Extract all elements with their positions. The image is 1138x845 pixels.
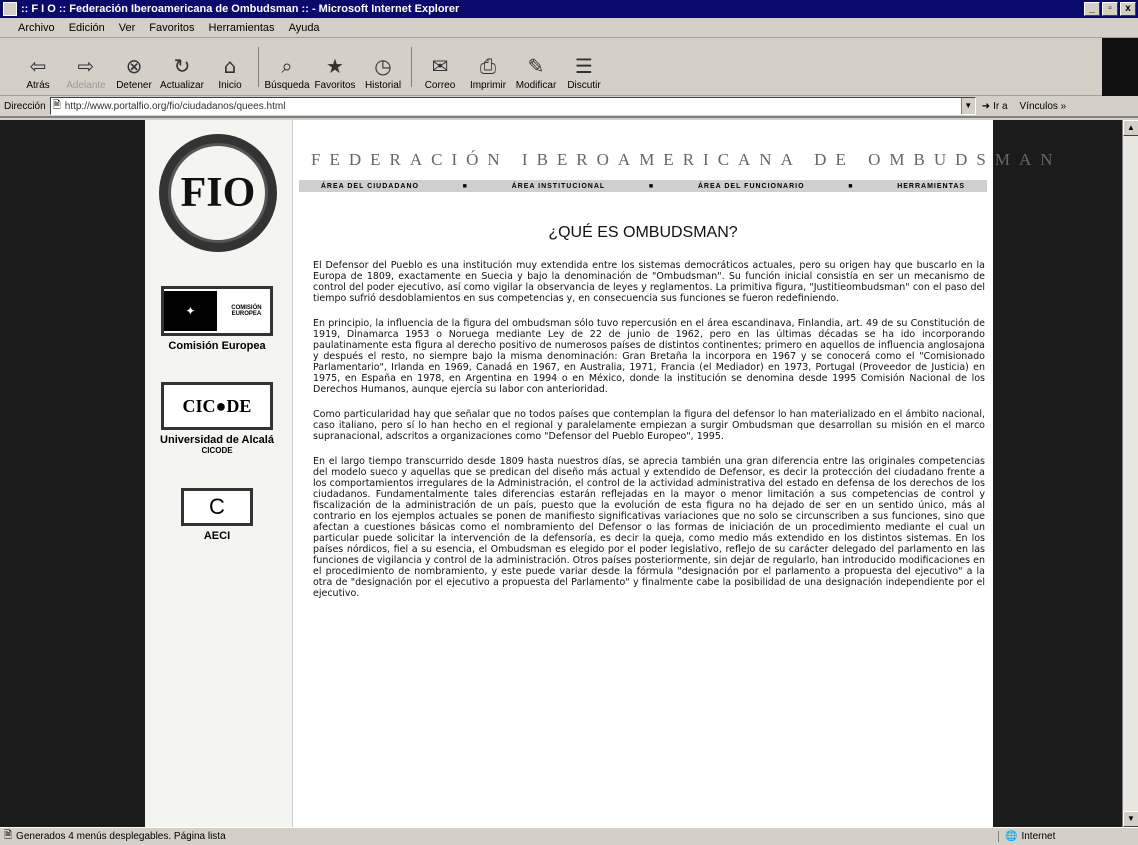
sponsor-subcaption: CICODE: [201, 446, 233, 455]
print-icon: ⎙: [480, 54, 496, 78]
minimize-button[interactable]: _: [1084, 2, 1100, 16]
content-viewport[interactable]: FIO ✦ COMISIÓN EUROPEA Comisión Europea …: [0, 120, 1122, 827]
nav-separator: ■: [848, 182, 854, 190]
home-icon: ⌂: [223, 54, 237, 78]
ie-throbber-logo: [1102, 38, 1138, 96]
toolbar-separator: [411, 47, 412, 87]
standard-toolbar: ⇦ Atrás ⇨ Adelante ⊗ Detener ↻ Actualizar ⌂ I…: [0, 38, 1138, 96]
sponsor-caption: Universidad de Alcalá: [160, 434, 274, 446]
nav-area-institucional[interactable]: ÁREA INSTITUCIONAL: [512, 183, 606, 190]
ie-app-icon[interactable]: [3, 2, 17, 16]
paragraph: El Defensor del Pueblo es una institució…: [313, 260, 985, 304]
sponsor-comision-europea[interactable]: ✦ COMISIÓN EUROPEA Comisión Europea: [153, 286, 281, 352]
cicode-logo: CIC●DE: [161, 382, 273, 430]
eu-logo: ✦ COMISIÓN EUROPEA: [161, 286, 273, 336]
nav-separator: ■: [648, 182, 655, 190]
seal-text: FIO: [180, 170, 256, 216]
address-bar: Dirección 🗎 http://www.portalfio.org/fio…: [0, 96, 1138, 118]
window-title: :: F I O :: Federación Iberoamericana de…: [21, 3, 460, 15]
aeci-logo: C: [181, 488, 253, 526]
refresh-button[interactable]: ↻ Actualizar: [158, 41, 206, 91]
nav-area-funcionario[interactable]: ÁREA DEL FUNCIONARIO: [698, 183, 805, 190]
scroll-down-icon[interactable]: ▼: [1123, 811, 1138, 827]
site-nav: ÁREA DEL CIUDADANO ■ ÁREA INSTITUCIONAL …: [299, 180, 987, 192]
site-header-title: FEDERACIÓN IBEROAMERICANA DE OMBUDSMAN: [311, 150, 1062, 169]
search-icon: ⌕: [281, 54, 293, 78]
sponsor-universidad-alcala[interactable]: CIC●DE Universidad de Alcalá CICODE: [153, 382, 281, 455]
address-input[interactable]: 🗎 http://www.portalfio.org/fio/ciudadano…: [49, 97, 976, 115]
go-button[interactable]: ➜ Ir a: [982, 101, 1008, 112]
stop-icon: ⊗: [125, 54, 143, 78]
paragraph: Como particularidad hay que señalar que …: [313, 409, 985, 442]
nav-separator: ■: [462, 182, 468, 190]
favorites-icon: ★: [326, 54, 344, 78]
edit-icon: ✎: [527, 54, 545, 78]
fio-seal-logo[interactable]: FIO: [159, 134, 277, 252]
address-url[interactable]: http://www.portalfio.org/fio/ciudadanos/…: [65, 101, 961, 112]
globe-icon: 🌐: [1005, 830, 1018, 842]
nav-herramientas[interactable]: HERRAMIENTAS: [897, 183, 965, 190]
discuss-icon: ☰: [575, 54, 593, 78]
paragraph: En principio, la influencia de la figura…: [313, 318, 985, 395]
menu-archivo[interactable]: Archivo: [18, 22, 55, 34]
favorites-button[interactable]: ★ Favoritos: [311, 41, 359, 91]
stop-button[interactable]: ⊗ Detener: [110, 41, 158, 91]
status-bar: 🗎 Generados 4 menús desplegables. Página…: [0, 827, 1138, 844]
history-button[interactable]: ◷ Historial: [359, 41, 407, 91]
article-body: El Defensor del Pueblo es una institució…: [313, 260, 985, 613]
menu-ayuda[interactable]: Ayuda: [289, 22, 320, 34]
window-titlebar[interactable]: :: F I O :: Federación Iberoamericana de…: [0, 0, 1138, 18]
paragraph: En el largo tiempo transcurrido desde 18…: [313, 456, 985, 599]
close-button[interactable]: x: [1120, 2, 1136, 16]
back-arrow-icon: ⇦: [29, 54, 47, 78]
eu-flag-icon: ✦: [164, 291, 217, 331]
menu-bar: Archivo Edición Ver Favoritos Herramient…: [0, 18, 1138, 38]
sponsor-caption: AECI: [203, 530, 231, 542]
forward-arrow-icon: ⇨: [77, 54, 95, 78]
home-button[interactable]: ⌂ Inicio: [206, 41, 254, 91]
sponsor-aeci[interactable]: C AECI: [153, 488, 281, 542]
page-status-icon: 🗎: [4, 829, 13, 841]
menu-edicion[interactable]: Edición: [69, 22, 105, 34]
maximize-button[interactable]: ▫: [1102, 2, 1118, 16]
forward-button[interactable]: ⇨ Adelante: [62, 41, 110, 91]
security-zone: 🌐 Internet: [998, 830, 1138, 842]
main-content: FEDERACIÓN IBEROAMERICANA DE OMBUDSMAN Á…: [299, 120, 1053, 827]
mail-button[interactable]: ✉ Correo: [416, 41, 464, 91]
nav-area-ciudadano[interactable]: ÁREA DEL CIUDADANO: [321, 183, 419, 190]
mail-icon: ✉: [431, 54, 449, 78]
go-arrow-icon: ➜: [981, 100, 991, 112]
scroll-up-icon[interactable]: ▲: [1123, 120, 1138, 136]
left-column: FIO ✦ COMISIÓN EUROPEA Comisión Europea …: [145, 120, 293, 827]
links-button[interactable]: Vínculos »: [1020, 101, 1067, 112]
print-button[interactable]: ⎙ Imprimir: [464, 41, 512, 91]
history-icon: ◷: [374, 54, 392, 78]
page-icon: 🗎: [52, 99, 61, 111]
chevron-down-icon[interactable]: ▼: [960, 98, 975, 114]
edit-button[interactable]: ✎ Modificar: [512, 41, 560, 91]
sponsor-caption: Comisión Europea: [168, 340, 266, 352]
web-page: FIO ✦ COMISIÓN EUROPEA Comisión Europea …: [145, 120, 1053, 827]
back-button[interactable]: ⇦ Atrás: [14, 41, 62, 91]
menu-favoritos[interactable]: Favoritos: [149, 22, 194, 34]
status-text: Generados 4 menús desplegables. Página l…: [16, 830, 226, 842]
refresh-icon: ↻: [173, 54, 191, 78]
address-label: Dirección: [4, 100, 46, 112]
menu-ver[interactable]: Ver: [119, 22, 136, 34]
discuss-button[interactable]: ☰ Discutir: [560, 41, 608, 91]
toolbar-separator: [258, 47, 259, 87]
vertical-scrollbar[interactable]: ▲ ▼: [1122, 120, 1138, 827]
menu-herramientas[interactable]: Herramientas: [209, 22, 275, 34]
page-title: ¿QUÉ ES OMBUDSMAN?: [548, 224, 738, 241]
scroll-track[interactable]: [1123, 136, 1138, 811]
search-button[interactable]: ⌕ Búsqueda: [263, 41, 311, 91]
